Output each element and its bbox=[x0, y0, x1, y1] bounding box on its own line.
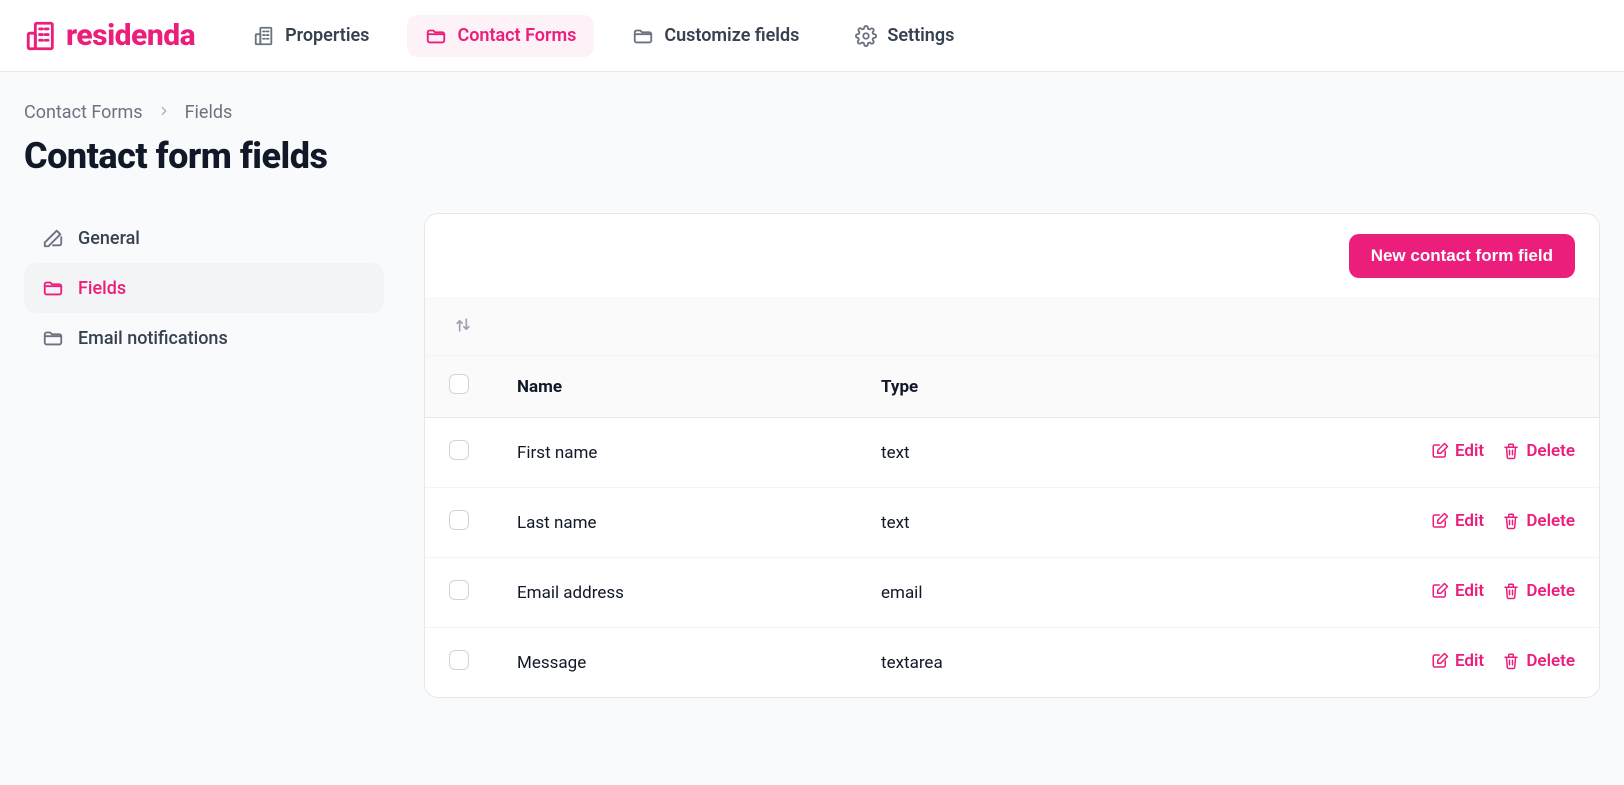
edit-label: Edit bbox=[1455, 441, 1484, 461]
row-checkbox[interactable] bbox=[449, 650, 469, 670]
new-contact-form-field-button[interactable]: New contact form field bbox=[1349, 234, 1575, 278]
trash-icon bbox=[1502, 582, 1520, 600]
field-type-cell: email bbox=[857, 558, 1115, 628]
delete-label: Delete bbox=[1526, 441, 1575, 461]
field-type-cell: textarea bbox=[857, 628, 1115, 698]
building-icon bbox=[253, 25, 275, 47]
brand-name: residenda bbox=[66, 18, 195, 53]
edit-label: Edit bbox=[1455, 651, 1484, 671]
brand-logo[interactable]: residenda bbox=[24, 18, 195, 53]
field-type-cell: text bbox=[857, 418, 1115, 488]
sort-toolbar bbox=[425, 299, 1599, 356]
edit-icon bbox=[1431, 512, 1449, 530]
delete-link[interactable]: Delete bbox=[1502, 511, 1575, 531]
sidebar: General Fields Email notifications bbox=[24, 213, 384, 363]
column-header-name[interactable]: Name bbox=[493, 356, 857, 418]
nav-label: Properties bbox=[285, 25, 369, 46]
topbar: residenda Properties Contact Forms Custo… bbox=[0, 0, 1624, 72]
edit-label: Edit bbox=[1455, 511, 1484, 531]
delete-label: Delete bbox=[1526, 651, 1575, 671]
edit-icon bbox=[1431, 582, 1449, 600]
field-type-cell: text bbox=[857, 488, 1115, 558]
table-row: Email address email Edit Delete bbox=[425, 558, 1599, 628]
table-row: First name text Edit Delete bbox=[425, 418, 1599, 488]
edit-link[interactable]: Edit bbox=[1431, 581, 1484, 601]
row-checkbox[interactable] bbox=[449, 510, 469, 530]
field-name-cell: Last name bbox=[493, 488, 857, 558]
pencil-icon bbox=[42, 227, 64, 249]
nav-label: Contact Forms bbox=[457, 25, 576, 46]
chevron-right-icon bbox=[157, 102, 171, 123]
edit-label: Edit bbox=[1455, 581, 1484, 601]
sidebar-item-general[interactable]: General bbox=[24, 213, 384, 263]
table-row: Message textarea Edit Delete bbox=[425, 628, 1599, 698]
field-name-cell: Email address bbox=[493, 558, 857, 628]
edit-icon bbox=[1431, 652, 1449, 670]
nav-label: Customize fields bbox=[664, 25, 799, 46]
delete-label: Delete bbox=[1526, 581, 1575, 601]
table-row: Last name text Edit Delete bbox=[425, 488, 1599, 558]
trash-icon bbox=[1502, 652, 1520, 670]
edit-link[interactable]: Edit bbox=[1431, 511, 1484, 531]
field-name-cell: First name bbox=[493, 418, 857, 488]
select-all-checkbox[interactable] bbox=[449, 374, 469, 394]
nav-properties[interactable]: Properties bbox=[235, 15, 387, 57]
folder-icon bbox=[425, 25, 447, 47]
nav-settings[interactable]: Settings bbox=[837, 15, 972, 57]
sidebar-item-label: Fields bbox=[78, 278, 126, 299]
field-name-cell: Message bbox=[493, 628, 857, 698]
page-title: Contact form fields bbox=[24, 135, 1600, 177]
trash-icon bbox=[1502, 442, 1520, 460]
folder-icon bbox=[42, 327, 64, 349]
delete-link[interactable]: Delete bbox=[1502, 441, 1575, 461]
sidebar-item-email-notifications[interactable]: Email notifications bbox=[24, 313, 384, 363]
breadcrumb-current: Fields bbox=[185, 102, 233, 123]
gear-icon bbox=[855, 25, 877, 47]
nav-contact-forms[interactable]: Contact Forms bbox=[407, 15, 594, 57]
edit-link[interactable]: Edit bbox=[1431, 441, 1484, 461]
nav-customize-fields[interactable]: Customize fields bbox=[614, 15, 817, 57]
sidebar-item-fields[interactable]: Fields bbox=[24, 263, 384, 313]
column-header-type[interactable]: Type bbox=[857, 356, 1115, 418]
sidebar-item-label: General bbox=[78, 228, 140, 249]
delete-label: Delete bbox=[1526, 511, 1575, 531]
breadcrumb-parent[interactable]: Contact Forms bbox=[24, 102, 143, 123]
row-checkbox[interactable] bbox=[449, 580, 469, 600]
folder-icon bbox=[42, 277, 64, 299]
delete-link[interactable]: Delete bbox=[1502, 581, 1575, 601]
building-icon bbox=[24, 19, 58, 53]
folder-icon bbox=[632, 25, 654, 47]
sort-icon[interactable] bbox=[453, 315, 473, 335]
row-checkbox[interactable] bbox=[449, 440, 469, 460]
breadcrumb: Contact Forms Fields bbox=[24, 102, 1600, 123]
edit-icon bbox=[1431, 442, 1449, 460]
fields-panel: New contact form field Name Type First n… bbox=[424, 213, 1600, 698]
edit-link[interactable]: Edit bbox=[1431, 651, 1484, 671]
fields-table: Name Type First name text Edit Delete La… bbox=[425, 356, 1599, 697]
sidebar-item-label: Email notifications bbox=[78, 328, 228, 349]
delete-link[interactable]: Delete bbox=[1502, 651, 1575, 671]
top-navigation: Properties Contact Forms Customize field… bbox=[235, 15, 972, 57]
nav-label: Settings bbox=[887, 25, 954, 46]
trash-icon bbox=[1502, 512, 1520, 530]
